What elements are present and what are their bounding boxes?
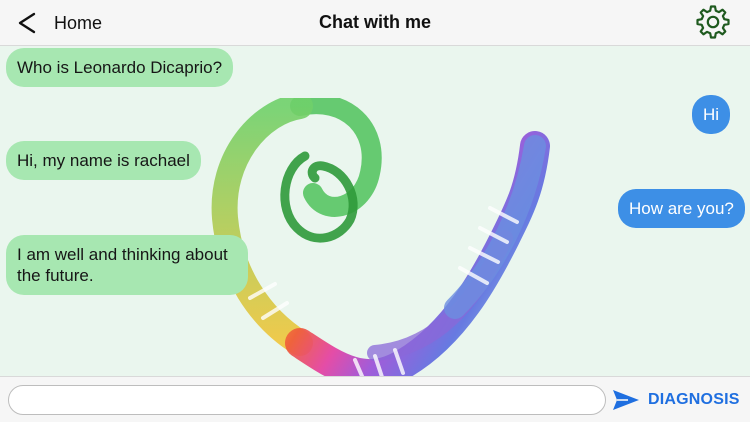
message-bubble-incoming: Hi, my name is rachael	[6, 141, 201, 180]
message-bubble-incoming: I am well and thinking about the future.	[6, 235, 248, 295]
message-input[interactable]	[8, 385, 606, 415]
send-arrow-icon[interactable]	[612, 388, 640, 412]
message-bubble-outgoing: Hi	[692, 95, 731, 134]
diagnosis-button[interactable]: DIAGNOSIS	[648, 391, 740, 409]
nav-bar: Home Chat with me	[0, 0, 750, 46]
gear-icon[interactable]	[696, 5, 730, 39]
message-bubble-outgoing: How are you?	[618, 189, 745, 228]
message-bubble-incoming: Who is Leonardo Dicaprio?	[6, 48, 234, 87]
composer-bar: DIAGNOSIS	[0, 376, 750, 422]
page-title: Chat with me	[318, 12, 431, 32]
dna-helix-icon	[211, 98, 550, 390]
chat-area[interactable]: Who is Leonardo Dicaprio? Hi Hi, my name…	[0, 46, 750, 390]
